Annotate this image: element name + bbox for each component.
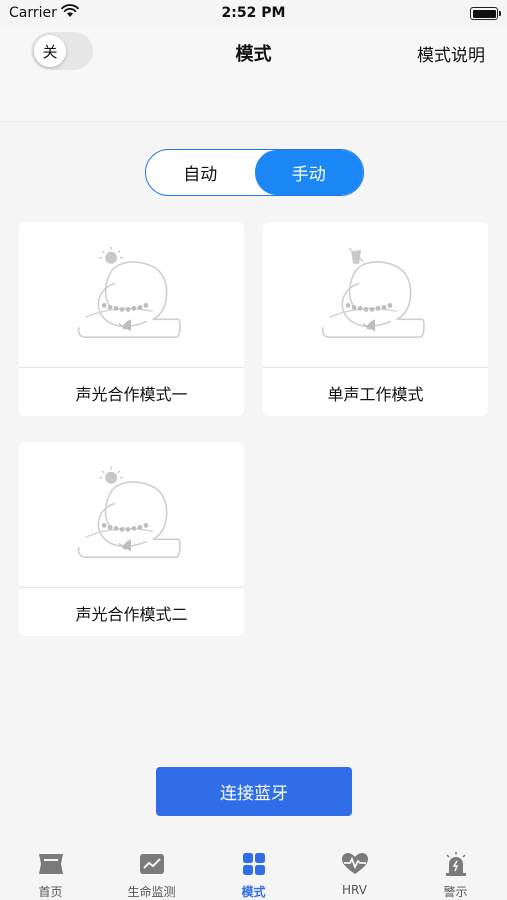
mode-card-label: 声光合作模式二 — [75, 604, 188, 624]
tab-label: 警示 — [443, 885, 468, 899]
tab-bar: 首页 生命监测 模式 HRV 警示 — [0, 838, 507, 900]
monitor-icon — [140, 854, 164, 874]
battery-tip — [499, 11, 501, 16]
battery-icon — [470, 7, 498, 20]
segment-manual[interactable]: 手动 — [254, 150, 363, 195]
mode-help-link[interactable]: 模式说明 — [417, 41, 485, 66]
tab-alarm[interactable]: 警示 — [405, 838, 506, 900]
alarm-icon — [446, 852, 466, 876]
tab-label: 模式 — [241, 885, 266, 899]
mode-card-sound-light-2[interactable]: 声光合作模式二 — [19, 442, 244, 636]
sound-light-sleeper-illustration — [19, 246, 244, 368]
mode-card-sound-light-1[interactable]: 声光合作模式一 — [19, 222, 244, 416]
sound-only-sleeper-illustration — [263, 247, 488, 368]
tab-home[interactable]: 首页 — [0, 838, 101, 900]
clock: 2:52 PM — [221, 5, 286, 21]
mode-card-label: 声光合作模式一 — [75, 384, 188, 404]
segment-auto[interactable]: 自动 — [146, 150, 255, 195]
status-bar: Carrier 2:52 PM — [0, 0, 507, 28]
nav-bar: 关 模式 模式说明 — [0, 28, 507, 122]
grid-icon — [243, 853, 265, 875]
sound-light-sleeper-illustration — [19, 466, 244, 588]
connect-bluetooth-button[interactable]: 连接蓝牙 — [156, 767, 352, 816]
mode-card-label: 单声工作模式 — [327, 384, 424, 404]
tab-hrv[interactable]: HRV — [304, 838, 405, 900]
mode-segmented-control: 自动 手动 — [145, 149, 364, 196]
tab-label: 首页 — [38, 885, 63, 899]
heartbeat-icon — [342, 853, 368, 874]
home-icon — [39, 854, 63, 874]
tab-mode[interactable]: 模式 — [203, 838, 304, 900]
mode-card-sound-only[interactable]: 单声工作模式 — [263, 222, 488, 416]
tab-monitor[interactable]: 生命监测 — [101, 838, 202, 900]
tab-label: 生命监测 — [127, 885, 176, 899]
tab-label: HRV — [342, 883, 367, 897]
